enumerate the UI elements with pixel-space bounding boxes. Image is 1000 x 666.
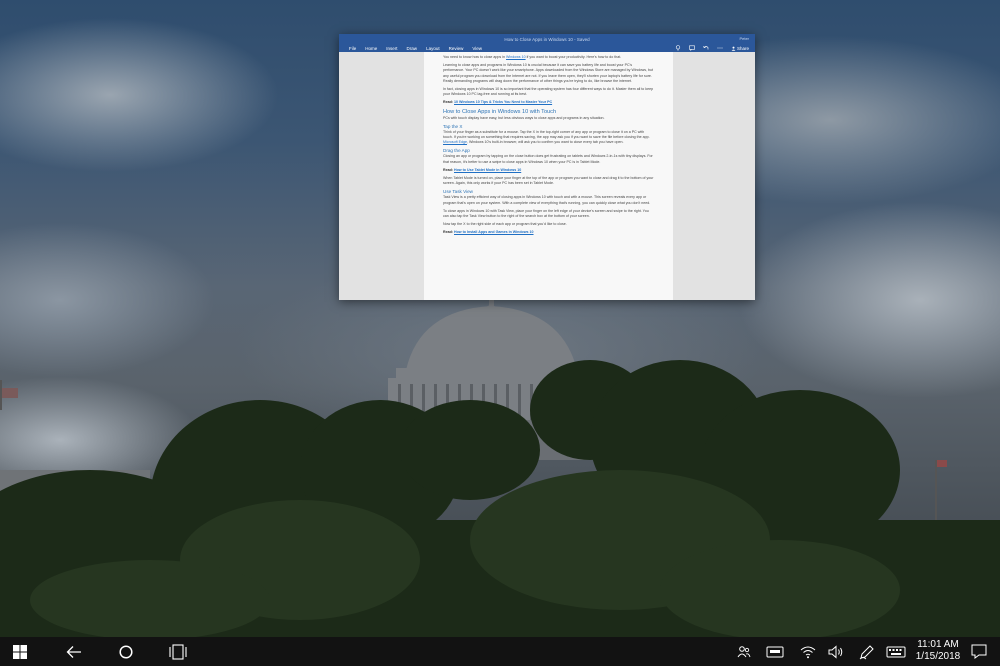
tab-home[interactable]: Home bbox=[365, 46, 377, 51]
paragraph: In fact, closing apps in Windows 10 is s… bbox=[443, 87, 654, 97]
paragraph: To close apps in Windows 10 with Task Vi… bbox=[443, 208, 649, 219]
task-view-button[interactable] bbox=[162, 637, 194, 666]
share-label: Share bbox=[736, 45, 749, 51]
tab-view[interactable]: View bbox=[472, 46, 482, 51]
taskbar: 11:01 AM 1/15/2018 bbox=[0, 637, 1000, 666]
share-icon bbox=[731, 46, 736, 51]
volume-button[interactable] bbox=[824, 637, 848, 666]
paragraph: Task View is a pretty efficient way of c… bbox=[443, 195, 651, 205]
clock-time: 11:01 AM bbox=[917, 639, 959, 650]
read-more-line: Read: How to Install Apps and Games in W… bbox=[443, 230, 534, 235]
network-button[interactable] bbox=[796, 637, 820, 666]
clock-date: 1/15/2018 bbox=[915, 651, 961, 662]
task-view-icon bbox=[169, 643, 187, 660]
paragraph-intro: You need to know how to close apps in Wi… bbox=[443, 55, 622, 59]
paragraph: Now tap the X to the right side of each … bbox=[443, 222, 567, 227]
document-canvas[interactable]: You need to know how to close apps in Wi… bbox=[339, 52, 755, 300]
paragraph: Learning to close apps and programs in W… bbox=[443, 63, 654, 83]
read-more-line: Read: 10 Windows 10 Tips & Tricks You Ne… bbox=[443, 100, 553, 105]
tab-layout[interactable]: Layout bbox=[426, 46, 440, 51]
tab-review[interactable]: Review bbox=[449, 46, 464, 51]
title-bar[interactable]: How to Close Apps in Windows 10 - Saved … bbox=[339, 34, 755, 44]
heading-drag-the-app: Drag the App bbox=[443, 148, 470, 154]
read-more-link[interactable]: How to Install Apps and Games in Windows… bbox=[454, 230, 534, 234]
account-name[interactable]: Peter bbox=[739, 36, 749, 41]
tab-file[interactable]: File bbox=[349, 46, 356, 51]
link-windows-10[interactable]: Windows 10 bbox=[506, 55, 526, 59]
pen-workspace-button[interactable] bbox=[855, 637, 879, 666]
input-indicator-button[interactable] bbox=[883, 637, 909, 666]
paragraph: PCs with touch display have easy, but le… bbox=[443, 115, 605, 120]
pen-workspace-icon bbox=[859, 644, 874, 659]
paragraph: When Tablet Mode is turned on, place you… bbox=[443, 176, 654, 186]
paragraph: Think of your finger as a substitute for… bbox=[443, 129, 650, 145]
touch-keyboard-button[interactable] bbox=[763, 637, 787, 666]
comments-icon[interactable] bbox=[689, 45, 695, 51]
wifi-icon bbox=[800, 646, 816, 658]
action-center-button[interactable] bbox=[964, 637, 994, 666]
ribbon-tabs: File Home Insert Draw Layout Review View… bbox=[339, 44, 755, 52]
read-more-line: Read: How to Use Tablet Mode in Windows … bbox=[443, 167, 522, 172]
volume-icon bbox=[828, 644, 843, 659]
back-button[interactable] bbox=[58, 637, 90, 666]
link-microsoft-edge[interactable]: Microsoft Edge bbox=[443, 140, 467, 144]
heading-close-with-touch: How to Close Apps in Windows 10 with Tou… bbox=[443, 108, 557, 115]
more-options-icon[interactable] bbox=[717, 45, 723, 51]
windows-start-icon bbox=[13, 644, 27, 659]
word-app-window[interactable]: How to Close Apps in Windows 10 - Saved … bbox=[339, 34, 755, 300]
people-icon bbox=[737, 645, 751, 657]
read-more-link[interactable]: 10 Windows 10 Tips & Tricks You Need to … bbox=[454, 100, 552, 104]
heading-tap-the-x: Tap the X bbox=[443, 123, 463, 129]
read-more-link[interactable]: How to Use Tablet Mode in Windows 10 bbox=[454, 168, 521, 172]
back-arrow-icon bbox=[66, 645, 81, 658]
system-clock[interactable]: 11:01 AM 1/15/2018 bbox=[912, 639, 964, 663]
window-title: How to Close Apps in Windows 10 - Saved bbox=[504, 36, 590, 42]
tab-insert[interactable]: Insert bbox=[386, 46, 397, 51]
action-center-icon bbox=[971, 644, 987, 659]
people-button[interactable] bbox=[733, 637, 755, 666]
tab-draw[interactable]: Draw bbox=[407, 46, 418, 51]
touch-keyboard-icon bbox=[766, 646, 784, 657]
cortana-button[interactable] bbox=[110, 637, 142, 666]
heading-use-task-view: Use Task View bbox=[443, 189, 473, 195]
keyboard-icon bbox=[886, 646, 906, 657]
paragraph: Closing an app or program by tapping on … bbox=[443, 154, 653, 164]
start-button[interactable] bbox=[4, 637, 36, 666]
cortana-circle-icon bbox=[119, 644, 133, 659]
lightbulb-icon[interactable] bbox=[675, 45, 681, 51]
undo-icon[interactable] bbox=[703, 45, 709, 51]
share-button[interactable]: Share bbox=[731, 46, 749, 51]
document-page[interactable]: You need to know how to close apps in Wi… bbox=[424, 52, 673, 300]
